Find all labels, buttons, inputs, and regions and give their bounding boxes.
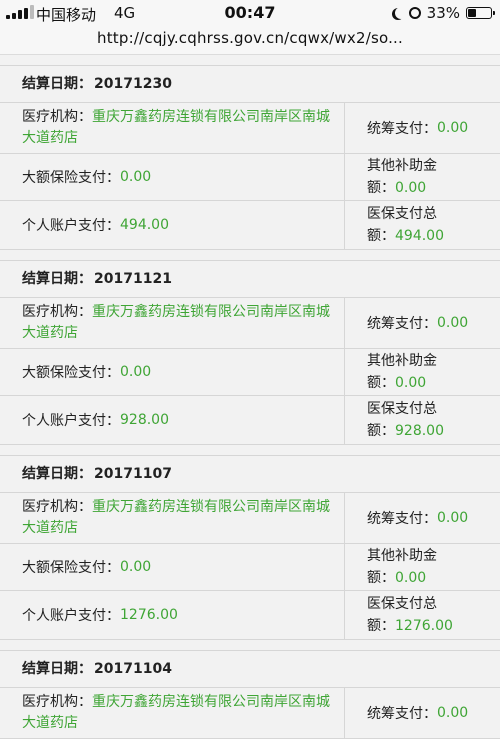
large-insurance-cell: 大额保险支付： 0.00 xyxy=(0,154,345,200)
total-cell: 医保支付总额：928.00 xyxy=(345,396,500,444)
total-label-2: 额： xyxy=(367,423,395,439)
total-value: 1276.00 xyxy=(395,618,453,634)
status-bar: 中国移动 4G 00:47 33% xyxy=(0,0,500,28)
pooled-label: 统筹支付： xyxy=(367,511,437,527)
pooled-label: 统筹支付： xyxy=(367,121,437,137)
settlement-date-row: 结算日期： 20171107 xyxy=(0,455,500,493)
institution-row: 医疗机构：重庆万鑫药房连锁有限公司南岸区南城大道药店 统筹支付： 0.00 xyxy=(0,103,500,154)
settlement-record: 结算日期： 20171121 医疗机构：重庆万鑫药房连锁有限公司南岸区南城大道药店统… xyxy=(0,260,500,445)
settlement-date: 20171121 xyxy=(94,271,172,287)
settlement-record: 结算日期： 20171104 医疗机构：重庆万鑫药房连锁有限公司南岸区南城大道药店统… xyxy=(0,650,500,739)
other-subsidy-label-2: 额： xyxy=(367,570,395,586)
personal-account-label: 个人账户支付： xyxy=(22,608,120,624)
pooled-cell: 统筹支付： 0.00 xyxy=(345,103,500,153)
other-subsidy-label-2: 额： xyxy=(367,180,395,196)
personal-account-value: 1276.00 xyxy=(120,607,178,623)
pooled-value: 0.00 xyxy=(437,705,469,721)
institution-label: 医疗机构： xyxy=(22,499,92,515)
settlement-date: 20171107 xyxy=(94,466,172,482)
total-label: 医保支付总 xyxy=(367,401,437,417)
personal-account-cell: 个人账户支付： 494.00 xyxy=(0,201,345,249)
address-bar[interactable]: http://cqjy.cqhrss.gov.cn/cqwx/wx2/so... xyxy=(0,28,500,55)
other-subsidy-value: 0.00 xyxy=(395,180,427,196)
other-subsidy-value: 0.00 xyxy=(395,570,427,586)
institution-row: 医疗机构：重庆万鑫药房连锁有限公司南岸区南城大道药店 统筹支付： 0.00 xyxy=(0,298,500,349)
total-value: 494.00 xyxy=(395,228,444,244)
other-subsidy-label: 其他补助金 xyxy=(367,158,437,174)
personal-account-value: 494.00 xyxy=(120,217,169,233)
large-insurance-cell: 大额保险支付： 0.00 xyxy=(0,349,345,395)
other-subsidy-label: 其他补助金 xyxy=(367,548,437,564)
total-label-2: 额： xyxy=(367,228,395,244)
other-subsidy-cell: 其他补助金额：0.00 xyxy=(345,154,500,200)
personal-account-label: 个人账户支付： xyxy=(22,413,120,429)
total-cell: 医保支付总额：1276.00 xyxy=(345,591,500,639)
pooled-value: 0.00 xyxy=(437,120,469,136)
institution-row: 医疗机构：重庆万鑫药房连锁有限公司南岸区南城大道药店 统筹支付： 0.00 xyxy=(0,688,500,739)
institution-cell: 医疗机构：重庆万鑫药房连锁有限公司南岸区南城大道药店 xyxy=(0,493,345,543)
pooled-value: 0.00 xyxy=(437,510,469,526)
battery-icon xyxy=(466,7,495,19)
total-label: 医保支付总 xyxy=(367,596,437,612)
other-subsidy-label-2: 额： xyxy=(367,375,395,391)
date-label: 结算日期： xyxy=(22,661,92,677)
rotation-lock-icon xyxy=(408,7,421,19)
pooled-label: 统筹支付： xyxy=(367,316,437,332)
large-insurance-value: 0.00 xyxy=(120,364,152,380)
other-subsidy-label: 其他补助金 xyxy=(367,353,437,369)
battery-percent: 33% xyxy=(426,4,460,22)
large-insurance-value: 0.00 xyxy=(120,559,152,575)
settlement-date: 20171104 xyxy=(94,661,172,677)
large-insurance-row: 大额保险支付： 0.00 其他补助金 额：0.00 xyxy=(0,544,500,591)
institution-cell: 医疗机构：重庆万鑫药房连锁有限公司南岸区南城大道药店 xyxy=(0,298,345,348)
personal-account-value: 928.00 xyxy=(120,412,169,428)
large-insurance-label: 大额保险支付： xyxy=(22,560,120,576)
institution-cell: 医疗机构：重庆万鑫药房连锁有限公司南岸区南城大道药店 xyxy=(0,688,345,738)
other-subsidy-cell: 其他补助金额：0.00 xyxy=(345,544,500,590)
settlement-date: 20171230 xyxy=(94,76,172,92)
pooled-cell: 统筹支付： 0.00 xyxy=(345,298,500,348)
settlement-record: 结算日期： 20171230 医疗机构：重庆万鑫药房连锁有限公司南岸区南城大道药店统… xyxy=(0,65,500,250)
total-label: 医保支付总 xyxy=(367,206,437,222)
pooled-cell: 统筹支付： 0.00 xyxy=(345,493,500,543)
total-value: 928.00 xyxy=(395,423,444,439)
institution-label: 医疗机构： xyxy=(22,109,92,125)
large-insurance-row: 大额保险支付： 0.00 其他补助金 额：0.00 xyxy=(0,349,500,396)
records-list: 结算日期： 20171230 医疗机构：重庆万鑫药房连锁有限公司南岸区南城大道药店统… xyxy=(0,55,500,739)
institution-label: 医疗机构： xyxy=(22,304,92,320)
institution-cell: 医疗机构：重庆万鑫药房连锁有限公司南岸区南城大道药店 xyxy=(0,103,345,153)
other-subsidy-cell: 其他补助金额：0.00 xyxy=(345,349,500,395)
large-insurance-value: 0.00 xyxy=(120,169,152,185)
personal-account-cell: 个人账户支付： 1276.00 xyxy=(0,591,345,639)
settlement-record: 结算日期： 20171107 医疗机构：重庆万鑫药房连锁有限公司南岸区南城大道药店统… xyxy=(0,455,500,640)
total-cell: 医保支付总额：494.00 xyxy=(345,201,500,249)
institution-row: 医疗机构：重庆万鑫药房连锁有限公司南岸区南城大道药店 统筹支付： 0.00 xyxy=(0,493,500,544)
personal-account-cell: 个人账户支付： 928.00 xyxy=(0,396,345,444)
personal-account-row: 个人账户支付： 1276.00 医保支付总 额：1276.00 xyxy=(0,591,500,640)
personal-account-row: 个人账户支付： 494.00 医保支付总 额：494.00 xyxy=(0,201,500,250)
personal-account-label: 个人账户支付： xyxy=(22,218,120,234)
personal-account-row: 个人账户支付： 928.00 医保支付总 额：928.00 xyxy=(0,396,500,445)
total-label-2: 额： xyxy=(367,618,395,634)
settlement-date-row: 结算日期： 20171121 xyxy=(0,260,500,298)
date-label: 结算日期： xyxy=(22,466,92,482)
date-label: 结算日期： xyxy=(22,271,92,287)
institution-label: 医疗机构： xyxy=(22,694,92,710)
pooled-cell: 统筹支付： 0.00 xyxy=(345,688,500,738)
settlement-date-row: 结算日期： 20171230 xyxy=(0,65,500,103)
moon-icon xyxy=(395,7,407,19)
large-insurance-label: 大额保险支付： xyxy=(22,170,120,186)
pooled-label: 统筹支付： xyxy=(367,706,437,722)
url-text: http://cqjy.cqhrss.gov.cn/cqwx/wx2/so... xyxy=(97,29,403,47)
large-insurance-label: 大额保险支付： xyxy=(22,365,120,381)
date-label: 结算日期： xyxy=(22,76,92,92)
large-insurance-cell: 大额保险支付： 0.00 xyxy=(0,544,345,590)
large-insurance-row: 大额保险支付： 0.00 其他补助金 额：0.00 xyxy=(0,154,500,201)
pooled-value: 0.00 xyxy=(437,315,469,331)
other-subsidy-value: 0.00 xyxy=(395,375,427,391)
settlement-date-row: 结算日期： 20171104 xyxy=(0,650,500,688)
